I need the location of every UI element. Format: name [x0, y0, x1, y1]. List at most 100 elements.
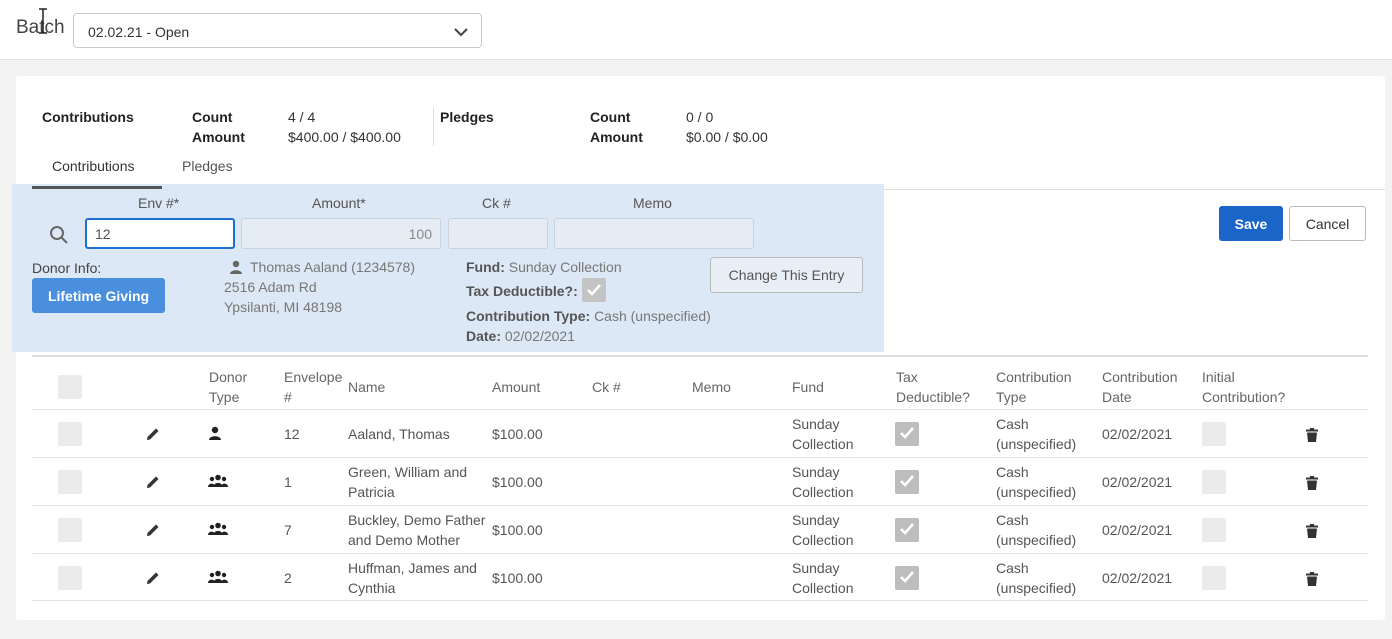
- edit-icon[interactable]: [146, 523, 160, 540]
- header-ck[interactable]: Ck #: [592, 377, 621, 397]
- search-icon[interactable]: [49, 225, 69, 245]
- summary-contributions-label: Contributions: [42, 109, 134, 125]
- tax-deductible-checkbox: [895, 422, 919, 446]
- tax-deductible-checkbox: [895, 470, 919, 494]
- header-envelope[interactable]: Envelope #: [284, 367, 342, 407]
- summary-contrib-count-label: Count: [192, 109, 233, 125]
- contribution-type-value: Cash (unspecified): [594, 308, 711, 324]
- contribution-date-cell: 02/02/2021: [1102, 474, 1173, 490]
- tax-deductible-label: Tax Deductible?:: [466, 283, 578, 299]
- donor-info-label: Donor Info:: [32, 260, 102, 276]
- fund-cell: Sunday Collection: [792, 416, 854, 452]
- tax-deductible-checkbox: [895, 518, 919, 542]
- summary-pledge-amount: $0.00 / $0.00: [686, 129, 768, 145]
- contribution-date-cell: 02/02/2021: [1102, 570, 1173, 586]
- initial-contribution-checkbox[interactable]: [1202, 422, 1226, 446]
- header-fund[interactable]: Fund: [792, 377, 824, 397]
- checkmark-icon: [899, 521, 915, 540]
- lifetime-giving-button[interactable]: Lifetime Giving: [32, 278, 165, 313]
- table-row: 7 Buckley, Demo Father and Demo Mother $100…: [32, 505, 1368, 553]
- row-checkbox[interactable]: [58, 566, 82, 590]
- header-donor-type[interactable]: Donor Type: [209, 367, 247, 407]
- table-top-border: [32, 355, 1368, 357]
- contribution-date-cell: 02/02/2021: [1102, 522, 1173, 538]
- date-value: 02/02/2021: [504, 328, 575, 344]
- fund-label: Fund:: [466, 259, 505, 275]
- header-amount[interactable]: Amount: [492, 377, 540, 397]
- ck-label: Ck #: [482, 195, 511, 211]
- header-contribution-date[interactable]: Contribution Date: [1102, 367, 1178, 407]
- table-row: 12 Aaland, Thomas $100.00 Sunday Collection C…: [32, 409, 1368, 457]
- envelope-cell: 7: [284, 522, 292, 538]
- env-input[interactable]: [85, 218, 235, 249]
- fund-cell: Sunday Collection: [792, 464, 854, 500]
- amount-label: Amount*: [312, 195, 366, 211]
- donor-address-line2: Ypsilanti, MI 48198: [224, 299, 343, 315]
- header-tax-deductible[interactable]: Tax Deductible?: [896, 367, 970, 407]
- family-icon: [208, 522, 228, 539]
- summary-contrib-count: 4 / 4: [288, 109, 316, 125]
- tax-deductible-checkbox: [582, 278, 606, 302]
- trash-icon[interactable]: [1306, 476, 1318, 493]
- amount-cell: $100.00: [492, 522, 543, 538]
- row-checkbox[interactable]: [58, 518, 82, 542]
- header-initial-contribution[interactable]: Initial Contribution?: [1202, 367, 1285, 407]
- edit-icon[interactable]: [146, 475, 160, 492]
- select-all-checkbox[interactable]: [58, 375, 82, 399]
- memo-label: Memo: [633, 195, 672, 211]
- header-name[interactable]: Name: [348, 377, 385, 397]
- summary-divider: [433, 108, 434, 146]
- name-cell: Green, William and Patricia: [348, 464, 468, 500]
- name-cell: Buckley, Demo Father and Demo Mother: [348, 512, 486, 548]
- person-icon: [208, 426, 222, 443]
- date-label: Date:: [466, 328, 502, 344]
- amount-cell: $100.00: [492, 474, 543, 490]
- tab-pledges[interactable]: Pledges: [182, 158, 233, 174]
- change-entry-button[interactable]: Change This Entry: [710, 257, 863, 293]
- contribution-type-cell: Cash (unspecified): [996, 512, 1077, 548]
- header-memo[interactable]: Memo: [692, 377, 731, 397]
- summary-pledge-count: 0 / 0: [686, 109, 714, 125]
- edit-icon[interactable]: [146, 571, 160, 588]
- person-icon: [230, 260, 242, 274]
- tax-deductible-checkbox: [895, 566, 919, 590]
- contribution-type-info: Contribution Type: Cash (unspecified): [466, 308, 711, 324]
- ck-input[interactable]: [448, 218, 548, 249]
- trash-icon[interactable]: [1306, 524, 1318, 541]
- fund-cell: Sunday Collection: [792, 560, 854, 596]
- row-checkbox[interactable]: [58, 422, 82, 446]
- fund-cell: Sunday Collection: [792, 512, 854, 548]
- tab-active-indicator: [32, 186, 162, 189]
- initial-contribution-checkbox[interactable]: [1202, 566, 1226, 590]
- initial-contribution-checkbox[interactable]: [1202, 518, 1226, 542]
- text-cursor-icon: [39, 8, 47, 34]
- cancel-button[interactable]: Cancel: [1289, 206, 1366, 241]
- summary-pledges-label: Pledges: [440, 109, 494, 125]
- trash-icon[interactable]: [1306, 428, 1318, 445]
- batch-card: Contributions Count 4 / 4 Amount $400.00…: [12, 76, 1385, 620]
- env-label: Env #*: [138, 195, 180, 211]
- batch-select[interactable]: 02.02.21 - Open: [73, 13, 482, 48]
- top-bar: Batch 02.02.21 - Open: [0, 0, 1392, 60]
- memo-input[interactable]: [554, 218, 754, 249]
- save-button[interactable]: Save: [1219, 206, 1283, 241]
- edit-icon[interactable]: [146, 427, 160, 444]
- summary-pledge-count-label: Count: [590, 109, 631, 125]
- chevron-down-icon: [454, 28, 468, 37]
- summary-contrib-amount-label: Amount: [192, 129, 245, 145]
- initial-contribution-checkbox[interactable]: [1202, 470, 1226, 494]
- amount-input[interactable]: [241, 218, 441, 249]
- date-info: Date: 02/02/2021: [466, 328, 575, 344]
- table-row: 2 Huffman, James and Cynthia $100.00 Sunday C…: [32, 553, 1368, 601]
- fund-value: Sunday Collection: [508, 259, 622, 275]
- family-icon: [208, 570, 228, 587]
- envelope-cell: 12: [284, 426, 300, 442]
- amount-cell: $100.00: [492, 570, 543, 586]
- batch-select-value: 02.02.21 - Open: [88, 24, 190, 40]
- header-contribution-type[interactable]: Contribution Type: [996, 367, 1072, 407]
- checkmark-icon: [587, 284, 601, 296]
- row-checkbox[interactable]: [58, 470, 82, 494]
- donor-name: Thomas Aaland (1234578): [250, 259, 415, 275]
- tab-contributions[interactable]: Contributions: [52, 158, 135, 174]
- trash-icon[interactable]: [1306, 572, 1318, 589]
